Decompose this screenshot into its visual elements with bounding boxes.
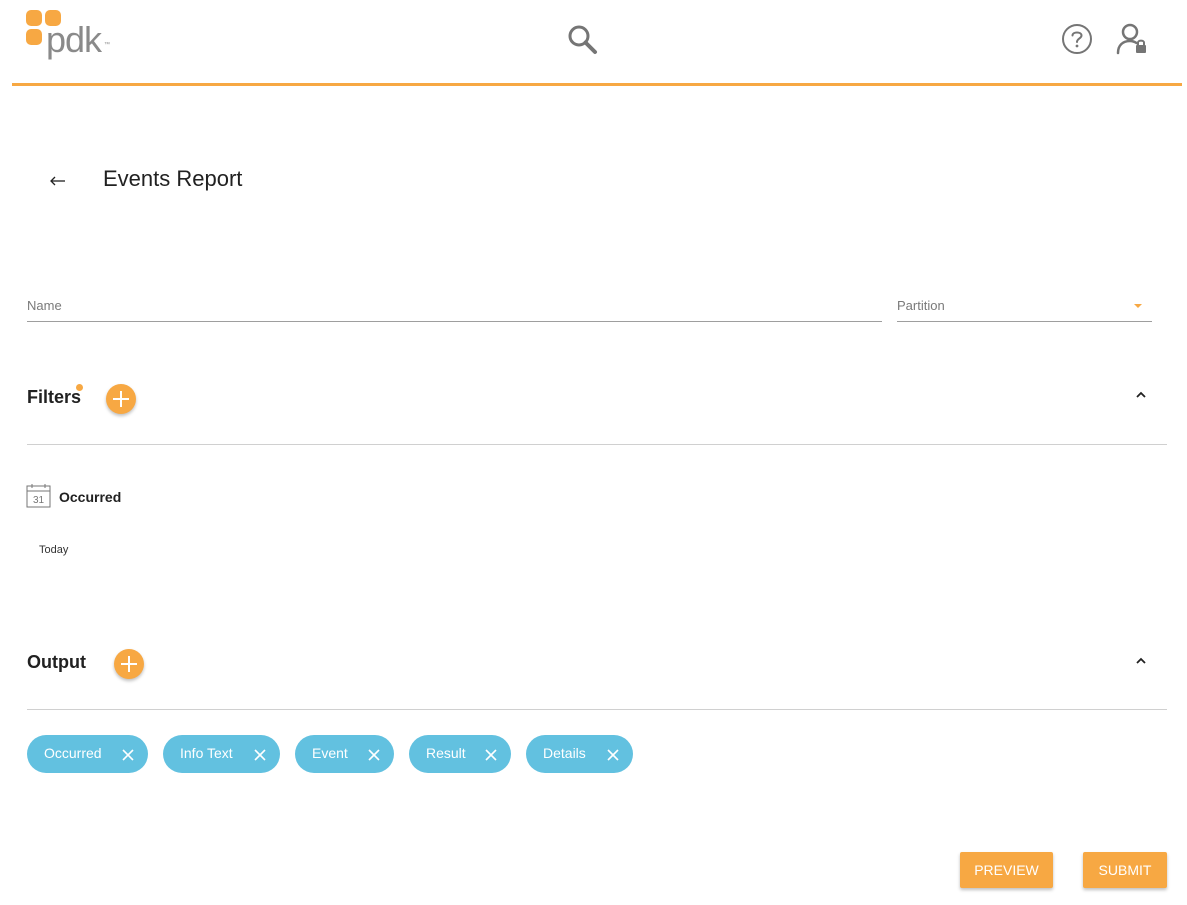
name-field[interactable]: Name bbox=[27, 292, 882, 322]
pdk-logo[interactable]: pdk ™ bbox=[26, 10, 116, 62]
calendar-icon-day: 31 bbox=[33, 495, 45, 506]
filters-heading: Filters bbox=[27, 387, 82, 407]
output-divider bbox=[27, 709, 1167, 710]
back-arrow-icon[interactable] bbox=[44, 168, 72, 194]
collapse-output-chevron-up-icon[interactable] bbox=[1131, 652, 1151, 668]
close-icon[interactable] bbox=[607, 748, 619, 761]
partition-placeholder: Partition bbox=[897, 298, 945, 313]
output-chip-event[interactable]: Event bbox=[295, 735, 394, 773]
output-heading: Output bbox=[27, 652, 86, 672]
filters-indicator-dot bbox=[76, 384, 83, 391]
chip-label: Info Text bbox=[180, 745, 233, 761]
app-header: pdk ™ bbox=[0, 0, 1187, 86]
dropdown-arrow-icon bbox=[1134, 304, 1142, 308]
collapse-filters-chevron-up-icon[interactable] bbox=[1131, 386, 1151, 402]
close-icon[interactable] bbox=[254, 748, 266, 761]
close-icon[interactable] bbox=[368, 748, 380, 761]
close-icon[interactable] bbox=[485, 748, 497, 761]
logo-dot bbox=[26, 29, 42, 45]
chip-label: Details bbox=[543, 745, 586, 761]
partition-select[interactable]: Partition bbox=[897, 292, 1152, 322]
chip-label: Result bbox=[426, 745, 466, 761]
logo-dot bbox=[26, 10, 42, 26]
name-field-placeholder: Name bbox=[27, 298, 62, 313]
chip-label: Occurred bbox=[44, 745, 102, 761]
close-icon[interactable] bbox=[122, 748, 134, 761]
filters-divider bbox=[27, 444, 1167, 445]
help-icon[interactable] bbox=[1058, 20, 1096, 58]
preview-button[interactable]: PREVIEW bbox=[960, 852, 1053, 888]
add-output-button[interactable] bbox=[114, 649, 144, 679]
filter-occurred-label[interactable]: Occurred bbox=[59, 489, 121, 505]
output-chip-result[interactable]: Result bbox=[409, 735, 511, 773]
header-divider bbox=[12, 83, 1182, 86]
page-title: Events Report bbox=[103, 166, 243, 191]
add-filter-button[interactable] bbox=[106, 384, 136, 414]
chip-label: Event bbox=[312, 745, 348, 761]
logo-text: pdk bbox=[46, 19, 102, 60]
submit-button[interactable]: SUBMIT bbox=[1083, 852, 1167, 888]
output-chip-details[interactable]: Details bbox=[526, 735, 633, 773]
calendar-icon: 31 bbox=[26, 483, 51, 508]
search-icon[interactable] bbox=[562, 20, 602, 58]
filter-occurred-value[interactable]: Today bbox=[39, 544, 68, 556]
logo-trademark: ™ bbox=[104, 42, 110, 48]
user-account-icon[interactable] bbox=[1112, 20, 1152, 58]
output-chip-occurred[interactable]: Occurred bbox=[27, 735, 148, 773]
output-chip-info-text[interactable]: Info Text bbox=[163, 735, 280, 773]
